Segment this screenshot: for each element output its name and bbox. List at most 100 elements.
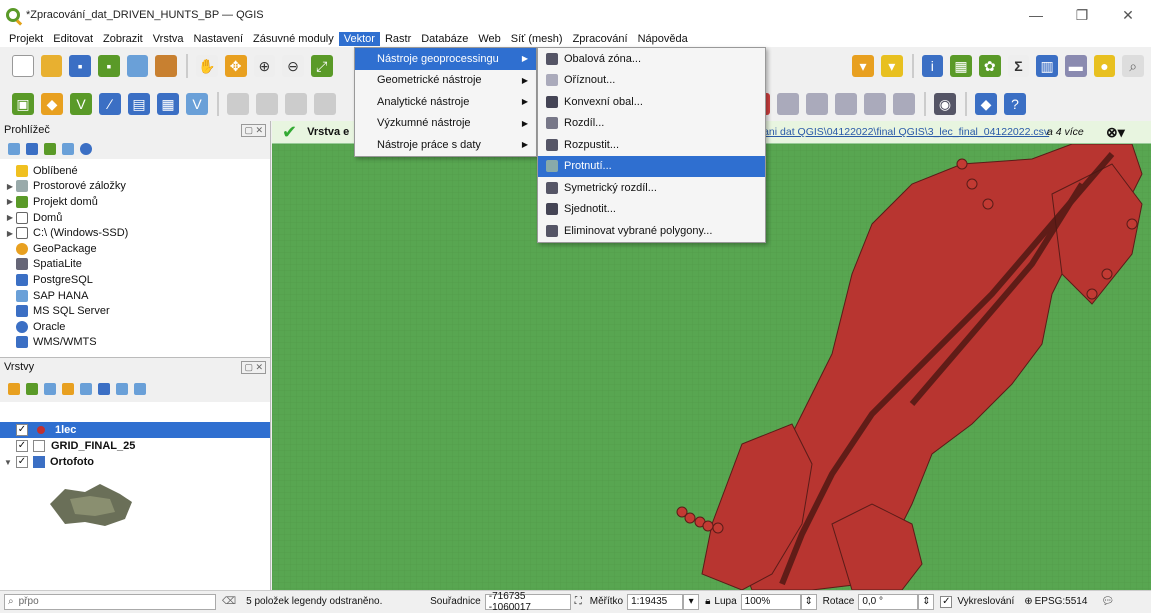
label-pin-icon[interactable] [864,93,886,115]
layer-item-1lec[interactable]: ✓ 1lec [0,422,270,438]
menu-item-data-management-tools[interactable]: Nástroje práce s daty ▶ [355,134,536,156]
style-manager-icon[interactable] [155,55,178,77]
menu-web[interactable]: Web [473,32,505,46]
expand-arrow-icon[interactable]: ▶ [4,213,16,222]
expression-filter-icon[interactable] [80,383,92,395]
new-project-icon[interactable] [12,55,34,77]
menu-item-geometry-tools[interactable]: Geometrické nástroje ▶ [355,70,536,92]
menu-projekt[interactable]: Projekt [4,32,48,46]
menu-item-dissolve[interactable]: Rozpustit... [538,134,765,156]
locator-search-input[interactable]: ⌕ přpo [4,593,216,610]
statistics-icon[interactable]: Σ [1007,55,1030,77]
remove-layer-icon[interactable] [134,383,146,395]
layer-item-ortofoto[interactable]: ▼ ✓ Ortofoto [0,454,270,470]
zoom-out-icon[interactable]: ⊖ [282,55,304,77]
menu-item-difference[interactable]: Rozdíl... [538,113,765,135]
attribute-table-icon[interactable]: ▦ [950,55,972,77]
layer-visibility-checkbox[interactable]: ✓ [16,424,28,436]
message-more-link[interactable]: a 4 více [1047,126,1084,138]
zoom-full-icon[interactable]: ⤢ [310,55,333,77]
menu-zpracovani[interactable]: Zpracování [568,32,633,46]
tree-item-oracle[interactable]: Oracle [4,319,270,335]
menu-item-eliminate-polygons[interactable]: Eliminovat vybrané polygony... [538,220,765,242]
menu-item-research-tools[interactable]: Výzkumné nástroje ▶ [355,113,536,135]
filter-legend-icon[interactable] [62,383,74,395]
clear-messages-icon[interactable]: ⌫ [222,596,236,607]
deselect-icon[interactable]: ▾ [880,55,903,77]
digitize-pencil-icon[interactable] [227,93,249,115]
tree-item-home[interactable]: ▶ Domů [4,210,270,226]
collapse-all-icon[interactable] [62,143,74,155]
annotation-icon[interactable]: ● [1093,55,1116,77]
measure-icon[interactable]: ▥ [1036,55,1058,77]
menu-item-intersection[interactable]: Protnutí... [538,155,765,177]
minimize-button[interactable]: — [1013,0,1059,30]
save-as-icon[interactable]: ▪ [98,55,120,77]
layer-visibility-checkbox[interactable]: ✓ [16,456,28,468]
collapse-all-icon[interactable] [116,383,128,395]
layer-item-grid[interactable]: ✓ GRID_FINAL_25 [0,438,270,454]
open-project-icon[interactable] [40,55,63,77]
add-layer-icon[interactable] [8,143,20,155]
expand-arrow-icon[interactable]: ▶ [4,229,16,238]
tree-item-bookmarks[interactable]: ▶ Prostorové záložky [4,179,270,195]
menu-item-analysis-tools[interactable]: Analytické nástroje ▶ [355,91,536,113]
menu-item-union[interactable]: Sjednotit... [538,199,765,221]
message-close-icon[interactable]: ⊗▾ [1106,124,1125,141]
search-tool-icon[interactable]: ⌕ [1122,55,1145,77]
pan-to-selection-icon[interactable]: ✥ [224,55,247,77]
expand-arrow-icon[interactable]: ▶ [4,182,16,191]
menu-databaze[interactable]: Databáze [416,32,473,46]
crs-globe-icon[interactable]: ⊕ [1024,596,1032,607]
data-source-manager-icon[interactable]: ▣ [12,93,34,115]
tree-item-postgresql[interactable]: PostgreSQL [4,272,270,288]
tree-item-project-home[interactable]: ▶ Projekt domů [4,194,270,210]
menu-rastr[interactable]: Rastr [380,32,416,46]
tree-item-geopackage[interactable]: GeoPackage [4,241,270,257]
layer-visibility-checkbox[interactable]: ✓ [16,440,28,452]
menu-vektor[interactable]: Vektor [338,31,380,46]
expand-all-icon[interactable] [98,383,110,395]
tree-item-wms[interactable]: WMS/WMTS [4,335,270,351]
help-icon[interactable]: ? [1004,93,1026,115]
undo-edit-icon[interactable] [777,93,799,115]
panel-close-icon[interactable]: ▢ ✕ [241,123,266,137]
label-tool-icon[interactable] [835,93,857,115]
expand-arrow-icon[interactable]: ▶ [4,197,16,206]
render-checkbox[interactable]: ✓ [940,595,953,608]
add-line-layer-icon[interactable]: ∕ [99,93,121,115]
save-project-icon[interactable]: ▪ [69,55,92,77]
filter-icon[interactable] [44,143,56,155]
crs-button[interactable]: EPSG:5514 [1035,596,1088,607]
menu-item-clip[interactable]: Oříznout... [538,70,765,92]
add-wms-layer-icon[interactable]: ▤ [128,93,150,115]
coordinate-field[interactable]: -716735 -1060017 [484,591,571,613]
tree-item-favorites[interactable]: Oblíbené [4,163,270,179]
add-vector-layer-icon[interactable]: ◆ [41,93,63,115]
scale-field[interactable]: 1:19435 [627,593,684,610]
menu-item-geoprocessing-tools[interactable]: Nástroje geoprocessingu ▶ [355,48,536,70]
print-layout-icon[interactable] [126,55,149,77]
menu-sit-mesh[interactable]: Síť (mesh) [506,32,568,46]
zoom-in-icon[interactable]: ⊕ [253,55,276,77]
add-virtual-layer-icon[interactable]: V [186,93,208,115]
save-edits-icon[interactable] [285,93,307,115]
map-tips-icon[interactable]: ▬ [1064,55,1087,77]
python-console-icon[interactable]: ◆ [975,93,997,115]
restore-button[interactable]: ❐ [1059,0,1105,30]
magnifier-field[interactable]: 100% [740,593,801,610]
collapse-arrow-icon[interactable]: ▼ [4,458,16,467]
menu-item-symmetric-difference[interactable]: Symetrický rozdíl... [538,177,765,199]
menu-nastaveni[interactable]: Nastavení [189,32,249,46]
add-point-layer-icon[interactable]: V [70,93,92,115]
style-icon[interactable] [8,383,20,395]
message-path-link[interactable]: ovani dat QGIS\04122022\final QGIS\3_lec… [752,126,1049,138]
processing-toolbox-icon[interactable]: ✿ [978,55,1001,77]
toggle-extent-icon[interactable]: ⛶ [575,596,582,607]
close-button[interactable]: ✕ [1105,0,1151,30]
add-raster-layer-icon[interactable]: ▦ [157,93,179,115]
magnifier-spinner-icon[interactable]: ⇕ [800,593,817,610]
pan-icon[interactable]: ✋ [196,55,218,77]
identify-icon[interactable]: i [921,55,944,77]
edit-pencil-icon[interactable] [256,93,278,115]
